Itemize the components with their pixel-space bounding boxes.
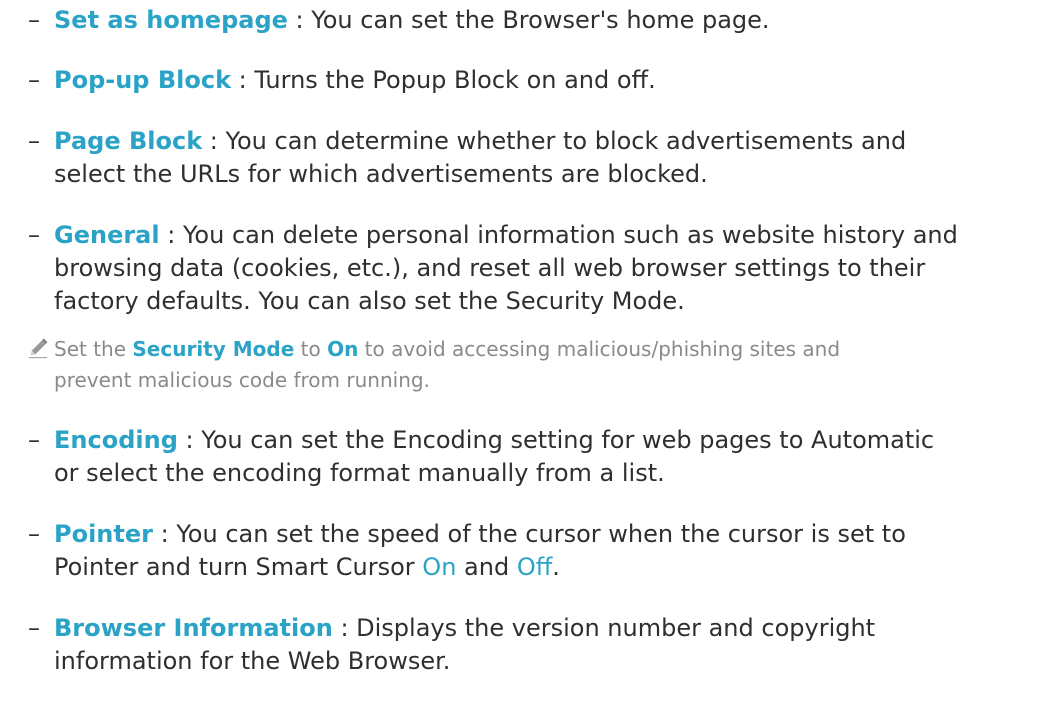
item-text: . <box>552 553 560 581</box>
item-text-line1: You can determine whether to block adver… <box>225 127 907 155</box>
list-item-body: General : You can delete personal inform… <box>54 219 1030 318</box>
list-dash: – <box>28 614 40 642</box>
separator: : <box>177 426 202 454</box>
note-text: to avoid accessing malicious/phishing si… <box>358 337 841 361</box>
term-set-as-homepage: Set as homepage <box>54 6 288 34</box>
item-text-line1: You can delete personal information such… <box>182 221 958 249</box>
item-text: You can set the Browser's home page. <box>311 6 770 34</box>
note-body: Set the Security Mode to On to avoid acc… <box>54 334 1030 396</box>
item-text-line1: You can set the Encoding setting for web… <box>201 426 935 454</box>
separator: : <box>332 614 357 642</box>
pencil-icon <box>28 338 48 359</box>
list-item-body: Pointer : You can set the speed of the c… <box>54 518 1030 584</box>
item-text-line2: or select the encoding format manually f… <box>54 459 665 487</box>
term-browser-information: Browser Information <box>54 614 333 642</box>
item-text-line1: You can set the speed of the cursor when… <box>176 520 906 548</box>
term-popup-block: Pop-up Block <box>54 66 232 94</box>
list-dash: – <box>28 426 40 454</box>
list-dash: – <box>28 127 40 155</box>
term-page-block: Page Block <box>54 127 203 155</box>
term-general: General <box>54 221 160 249</box>
list-item-body: Browser Information : Displays the versi… <box>54 612 1030 678</box>
separator: : <box>152 520 177 548</box>
smart-cursor-off: Off <box>516 553 553 581</box>
item-text-line2: information for the Web Browser. <box>54 647 451 675</box>
item-text-line2: select the URLs for which advertisements… <box>54 160 708 188</box>
list-item-body: Encoding : You can set the Encoding sett… <box>54 424 1030 490</box>
separator: : <box>159 221 183 249</box>
list-dash: – <box>28 6 40 34</box>
list-item-body: Page Block : You can determine whether t… <box>54 125 1030 191</box>
item-text: Turns the Popup Block on and off. <box>254 66 656 94</box>
separator: : <box>231 66 255 94</box>
note-on: On <box>327 337 359 361</box>
document: – Set as homepage : You can set the Brow… <box>0 0 1050 708</box>
item-text: and <box>456 553 517 581</box>
term-encoding: Encoding <box>54 426 178 454</box>
separator: : <box>202 127 226 155</box>
item-text-line3: factory defaults. You can also set the S… <box>54 287 685 315</box>
note-text: Set the <box>54 337 133 361</box>
list-item-body: Pop-up Block : Turns the Popup Block on … <box>54 64 1030 97</box>
note-security-mode: Security Mode <box>132 337 295 361</box>
item-text-line2: Pointer and turn Smart Cursor <box>54 553 423 581</box>
list-dash: – <box>28 221 40 249</box>
list-dash: – <box>28 66 40 94</box>
item-text-line2: browsing data (cookies, etc.), and reset… <box>54 254 926 282</box>
smart-cursor-on: On <box>422 553 457 581</box>
item-text-line1: Displays the version number and copyrigh… <box>356 614 876 642</box>
list-item-body: Set as homepage : You can set the Browse… <box>54 4 1030 37</box>
note-text: to <box>294 337 328 361</box>
list-dash: – <box>28 520 40 548</box>
term-pointer: Pointer <box>54 520 153 548</box>
separator: : <box>287 6 312 34</box>
note-line2: prevent malicious code from running. <box>54 368 430 392</box>
